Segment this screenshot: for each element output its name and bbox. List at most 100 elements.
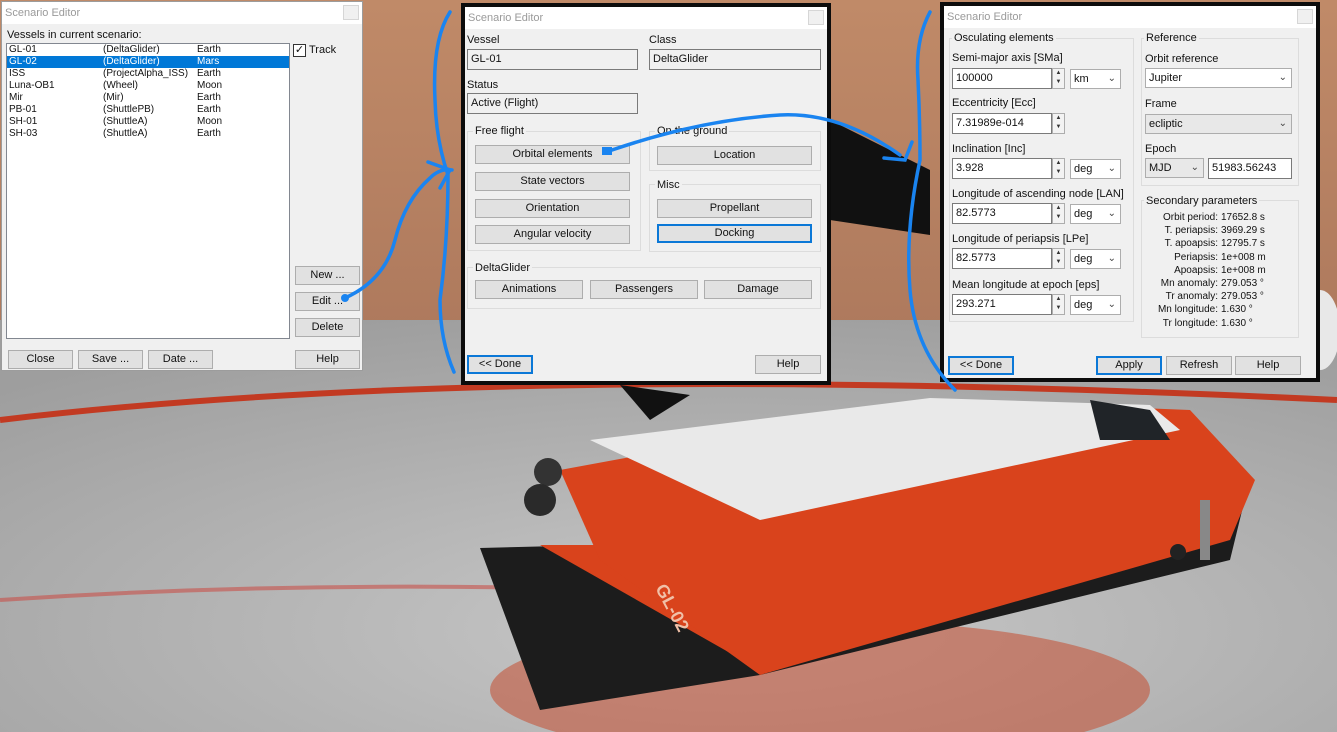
vessel-body: Mars — [197, 56, 220, 67]
list-item[interactable]: GL-01 (DeltaGlider) Earth — [7, 44, 289, 56]
edit-button[interactable]: Edit ... — [295, 292, 360, 311]
epoch-field[interactable]: 51983.56243 — [1208, 158, 1292, 179]
propellant-button[interactable]: Propellant — [657, 199, 812, 218]
chevron-down-icon: ⌄ — [1107, 299, 1116, 310]
inc-spinner[interactable]: ▲ ▼ — [1052, 158, 1065, 179]
list-item[interactable]: Mir (Mir) Earth — [7, 92, 289, 104]
vessel-body: Earth — [197, 128, 221, 139]
sma-field[interactable]: 100000 — [952, 68, 1052, 89]
apply-button[interactable]: Apply — [1096, 356, 1162, 375]
help-button[interactable]: Help — [295, 350, 360, 369]
passengers-button[interactable]: Passengers — [590, 280, 698, 299]
chevron-down-icon: ⌄ — [1190, 162, 1199, 173]
window-title: Scenario Editor — [947, 11, 1023, 23]
track-checkbox[interactable]: ✓ — [293, 44, 306, 57]
help-button[interactable]: Help — [755, 355, 821, 374]
deltaglider-title: DeltaGlider — [473, 262, 533, 274]
vessel-name: GL-01 — [9, 44, 37, 55]
orbit-ref-select[interactable]: Jupiter ⌄ — [1145, 68, 1292, 88]
lpe-unit-select[interactable]: deg ⌄ — [1070, 249, 1121, 269]
ecc-spinner[interactable]: ▲ ▼ — [1052, 113, 1065, 134]
damage-button[interactable]: Damage — [704, 280, 812, 299]
lan-label: Longitude of ascending node [LAN] — [952, 188, 1124, 200]
sma-label: Semi-major axis [SMa] — [952, 52, 1063, 64]
close-icon[interactable] — [808, 10, 824, 25]
list-item[interactable]: GL-02 (DeltaGlider) Mars — [7, 56, 289, 68]
list-item[interactable]: SH-01 (ShuttleA) Moon — [7, 116, 289, 128]
done-button[interactable]: << Done — [467, 355, 533, 374]
date-button[interactable]: Date ... — [148, 350, 213, 369]
chevron-down-icon: ⌄ — [1278, 72, 1287, 83]
vessel-field: GL-01 — [467, 49, 638, 70]
list-item[interactable]: Luna-OB1 (Wheel) Moon — [7, 80, 289, 92]
param-value: 279.053 ° — [1221, 278, 1264, 289]
secondary-param-row: Tr anomaly: 279.053 ° — [1144, 291, 1294, 303]
secondary-param-row: Periapsis: 1e+008 m — [1144, 252, 1294, 264]
close-icon[interactable] — [343, 5, 359, 20]
animations-button[interactable]: Animations — [475, 280, 583, 299]
state-vectors-button[interactable]: State vectors — [475, 172, 630, 191]
inc-field[interactable]: 3.928 — [952, 158, 1052, 179]
secondary-param-row: T. periapsis: 3969.29 s — [1144, 225, 1294, 237]
secondary-param-row: Apoapsis: 1e+008 m — [1144, 265, 1294, 277]
orientation-button[interactable]: Orientation — [475, 199, 630, 218]
eps-unit-select[interactable]: deg ⌄ — [1070, 295, 1121, 315]
epoch-type-select[interactable]: MJD ⌄ — [1145, 158, 1204, 178]
vessel-name: PB-01 — [9, 104, 37, 115]
track-label: Track — [309, 44, 337, 56]
location-button[interactable]: Location — [657, 146, 812, 165]
close-icon[interactable] — [1297, 9, 1313, 24]
param-value: 1.630 ° — [1221, 317, 1253, 329]
done-button[interactable]: << Done — [948, 356, 1014, 375]
vessel-name: Luna-OB1 — [9, 80, 55, 91]
list-item[interactable]: SH-03 (ShuttleA) Earth — [7, 128, 289, 140]
eps-field[interactable]: 293.271 — [952, 294, 1052, 315]
ecc-field[interactable]: 7.31989e-014 — [952, 113, 1052, 134]
help-button[interactable]: Help — [1235, 356, 1301, 375]
orbit-ref-label: Orbit reference — [1145, 53, 1219, 65]
close-button[interactable]: Close — [8, 350, 73, 369]
vessel-body: Earth — [197, 92, 221, 103]
vessel-list-caption: Vessels in current scenario: — [7, 29, 142, 41]
class-field: DeltaGlider — [649, 49, 821, 70]
orbital-elements-button[interactable]: Orbital elements — [475, 145, 630, 164]
new-button[interactable]: New ... — [295, 266, 360, 285]
title-bar[interactable]: Scenario Editor — [944, 6, 1316, 28]
save-button[interactable]: Save ... — [78, 350, 143, 369]
secondary-param-row: Tr longitude: 1.630 ° — [1144, 318, 1294, 330]
vessel-cls: (ShuttleA) — [103, 116, 148, 127]
free-flight-title: Free flight — [473, 125, 526, 137]
param-key: Apoapsis: — [1174, 264, 1218, 276]
list-item[interactable]: ISS (ProjectAlpha_ISS) Earth — [7, 68, 289, 80]
refresh-button[interactable]: Refresh — [1166, 356, 1232, 375]
chevron-down-icon: ⌄ — [1107, 73, 1116, 84]
lan-field[interactable]: 82.5773 — [952, 203, 1052, 224]
lpe-spinner[interactable]: ▲ ▼ — [1052, 248, 1065, 269]
title-bar[interactable]: Scenario Editor — [465, 7, 827, 29]
misc-title: Misc — [655, 179, 682, 191]
frame-select[interactable]: ecliptic ⌄ — [1145, 114, 1292, 134]
sma-spinner[interactable]: ▲ ▼ — [1052, 68, 1065, 89]
scenario-editor-orbit-dialog: Scenario Editor Osculating elements Semi… — [940, 2, 1320, 382]
vessel-cls: (DeltaGlider) — [103, 44, 160, 55]
scenario-editor-vessel-dialog: Scenario Editor Vessel GL-01 Class Delta… — [461, 3, 831, 385]
vessel-cls: (ShuttleA) — [103, 128, 148, 139]
secondary-param-row: Mn anomaly: 279.053 ° — [1144, 278, 1294, 290]
delete-button[interactable]: Delete — [295, 318, 360, 337]
scenario-editor-vessels-dialog: Scenario Editor Vessels in current scena… — [1, 1, 363, 371]
vessel-list[interactable]: GL-01 (DeltaGlider) Earth GL-02 (DeltaGlider… — [6, 43, 290, 339]
inc-unit-select[interactable]: deg ⌄ — [1070, 159, 1121, 179]
docking-button[interactable]: Docking — [657, 224, 812, 243]
lan-unit-select[interactable]: deg ⌄ — [1070, 204, 1121, 224]
sma-unit-select[interactable]: km ⌄ — [1070, 69, 1121, 89]
vessel-body: Moon — [197, 80, 223, 91]
angular-velocity-button[interactable]: Angular velocity — [475, 225, 630, 244]
list-item[interactable]: PB-01 (ShuttlePB) Earth — [7, 104, 289, 116]
lpe-field[interactable]: 82.5773 — [952, 248, 1052, 269]
lan-spinner[interactable]: ▲ ▼ — [1052, 203, 1065, 224]
status-field: Active (Flight) — [467, 93, 638, 114]
eps-spinner[interactable]: ▲ ▼ — [1052, 294, 1065, 315]
vessel-cls: (Wheel) — [103, 80, 139, 91]
title-bar[interactable]: Scenario Editor — [2, 2, 362, 24]
window-title: Scenario Editor — [5, 7, 81, 19]
